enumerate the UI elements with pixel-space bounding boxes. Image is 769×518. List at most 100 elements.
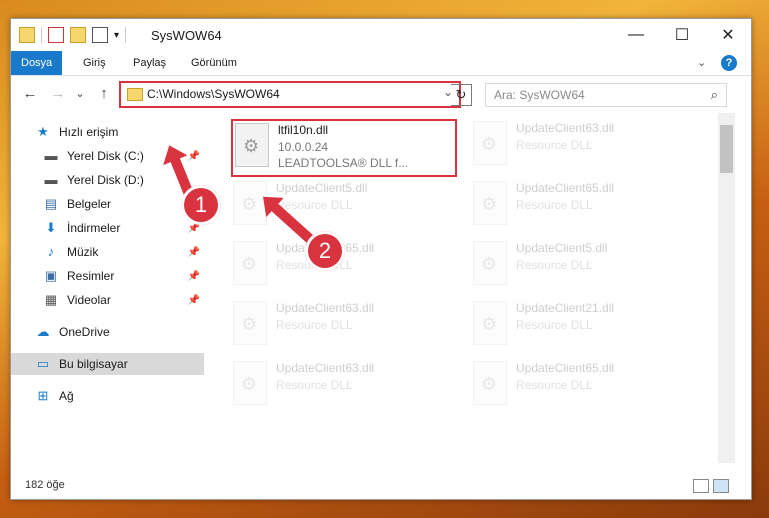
help-icon[interactable]: ?: [721, 55, 737, 71]
file-item[interactable]: UpdateClient63.dll Resource DLL: [231, 359, 456, 413]
file-item[interactable]: UpdateClient21.dll Resource DLL: [471, 299, 696, 353]
refresh-button[interactable]: ↻: [451, 84, 472, 106]
pin-icon[interactable]: 📌: [188, 271, 200, 282]
file-description: Resource DLL: [516, 138, 593, 152]
callout-badge-1: 1: [181, 185, 221, 225]
view-options-icon[interactable]: [92, 27, 108, 43]
dll-file-icon: [233, 301, 267, 345]
file-version: 10.0.0.24: [278, 140, 329, 154]
status-bar: 182 öğe: [11, 473, 751, 499]
tab-gorunum[interactable]: Görünüm: [181, 51, 247, 75]
dll-file-icon: [473, 121, 507, 165]
customize-toolbar-icon[interactable]: ▾: [114, 30, 119, 41]
file-item[interactable]: UpdateClient63.dll Resource DLL: [471, 119, 696, 173]
properties-icon[interactable]: [48, 27, 64, 43]
pin-icon[interactable]: 📌: [188, 247, 200, 258]
file-description: LEADTOOLSA® DLL f...: [278, 156, 409, 170]
new-folder-icon[interactable]: [70, 27, 86, 43]
vertical-scrollbar[interactable]: [718, 113, 735, 463]
sidebar-item-this-pc[interactable]: ▭ Bu bilgisayar: [11, 353, 204, 375]
tab-giris[interactable]: Giriş: [73, 51, 116, 75]
file-description: Resource DLL: [516, 258, 593, 272]
dll-file-icon: [473, 301, 507, 345]
file-name: UpdateClient5.dll: [276, 181, 368, 195]
file-item[interactable]: UpdateClient5.dll Resource DLL: [471, 239, 696, 293]
recent-locations-icon[interactable]: ⌄: [71, 85, 89, 103]
document-icon: ▤: [44, 196, 58, 211]
sidebar-item-label: Bu bilgisayar: [59, 357, 128, 371]
drive-icon: ▬: [44, 172, 58, 187]
sidebar-item-documents[interactable]: ▤ Belgeler 📌: [43, 193, 204, 215]
dll-file-icon: [473, 361, 507, 405]
star-icon: ★: [37, 124, 49, 139]
sidebar-item-label: OneDrive: [59, 325, 110, 339]
callout-badge-2: 2: [305, 231, 345, 271]
file-name: UpdateClient63.dll: [276, 301, 375, 315]
drive-icon: ▬: [44, 148, 58, 163]
file-description: Resource DLL: [516, 198, 593, 212]
tab-paylas[interactable]: Paylaş: [123, 51, 176, 75]
minimize-button[interactable]: —: [613, 19, 659, 51]
file-description: Resource DLL: [516, 378, 593, 392]
address-path[interactable]: C:\Windows\SysWOW64: [147, 87, 280, 101]
sidebar-item-label: Yerel Disk (D:): [67, 173, 144, 187]
dll-file-icon: [233, 361, 267, 405]
sidebar-item-label: Resimler: [67, 269, 115, 283]
sidebar-item-label: Belgeler: [67, 197, 112, 211]
file-item[interactable]: UpdateClient63.dll Resource DLL: [231, 299, 456, 353]
folder-icon: [127, 88, 143, 101]
toolbar-separator: [41, 27, 42, 43]
sidebar-item-label: Müzik: [67, 245, 99, 259]
back-button[interactable]: ←: [21, 85, 39, 103]
sidebar-item-network[interactable]: ⊞ Ağ: [35, 385, 204, 407]
video-icon: ▦: [44, 292, 58, 307]
large-icons-view-icon[interactable]: [713, 479, 729, 493]
music-icon: ♪: [47, 244, 55, 259]
sidebar-item-videos[interactable]: ▦ Videolar 📌: [43, 289, 204, 311]
sidebar-item-onedrive[interactable]: ☁ OneDrive: [35, 321, 204, 343]
file-name: UpdateClient63.dll: [516, 121, 615, 135]
pictures-icon: ▣: [44, 268, 58, 283]
forward-button[interactable]: →: [49, 85, 67, 103]
computer-icon: ▭: [36, 356, 50, 371]
dll-file-icon: [235, 123, 269, 167]
file-item-selected[interactable]: ltfil10n.dll 10.0.0.24 LEADTOOLSA® DLL f…: [231, 119, 457, 177]
file-item[interactable]: UpdateClient65.dll Resource DLL: [471, 179, 696, 233]
file-name: UpdateClient21.dll: [516, 301, 615, 315]
sidebar-item-label: Hızlı erişim: [59, 125, 119, 139]
sidebar-item-music[interactable]: ♪ Müzik 📌: [43, 241, 204, 263]
search-placeholder: Ara: SysWOW64: [494, 88, 585, 102]
folder-icon: [19, 27, 35, 43]
pin-icon[interactable]: 📌: [188, 151, 200, 162]
pin-icon[interactable]: 📌: [188, 295, 200, 306]
address-bar[interactable]: C:\Windows\SysWOW64 ⌄: [119, 81, 461, 108]
quick-access-toolbar: ▾: [19, 27, 127, 43]
title-bar: ▾ SysWOW64 — ☐ ✕: [11, 19, 751, 51]
file-item[interactable]: UpdateClient65.dll Resource DLL: [471, 359, 696, 413]
sidebar-item-downloads[interactable]: ⬇ İndirmeler 📌: [43, 217, 204, 239]
file-name: UpdateClient65.dll: [516, 181, 615, 195]
file-description: Resource DLL: [276, 318, 353, 332]
sidebar-item-quick-access[interactable]: ★ Hızlı erişim: [35, 121, 204, 143]
up-button[interactable]: ↑: [95, 85, 113, 103]
file-description: Resource DLL: [516, 318, 593, 332]
window-title: SysWOW64: [151, 28, 222, 43]
dll-file-icon: [473, 241, 507, 285]
ribbon-collapse-icon[interactable]: ⌄: [687, 51, 716, 75]
sidebar-item-pictures[interactable]: ▣ Resimler 📌: [43, 265, 204, 287]
details-view-icon[interactable]: [693, 479, 709, 493]
dll-file-icon: [233, 241, 267, 285]
tab-dosya[interactable]: Dosya: [11, 51, 63, 75]
search-input[interactable]: Ara: SysWOW64 ⌕: [485, 83, 727, 107]
file-description: Resource DLL: [276, 378, 353, 392]
maximize-button[interactable]: ☐: [659, 19, 705, 51]
sidebar-item-label: Yerel Disk (C:): [67, 149, 144, 163]
download-icon: ⬇: [45, 220, 57, 235]
network-icon: ⊞: [37, 388, 49, 403]
dll-file-icon: [473, 181, 507, 225]
scrollbar-thumb[interactable]: [720, 125, 733, 173]
ribbon-tabs: Dosya Giriş Paylaş Görünüm ⌄ ?: [11, 51, 751, 76]
sidebar-item-label: Videolar: [67, 293, 111, 307]
close-button[interactable]: ✕: [705, 19, 751, 51]
file-name: UpdateClient65.dll: [516, 361, 615, 375]
